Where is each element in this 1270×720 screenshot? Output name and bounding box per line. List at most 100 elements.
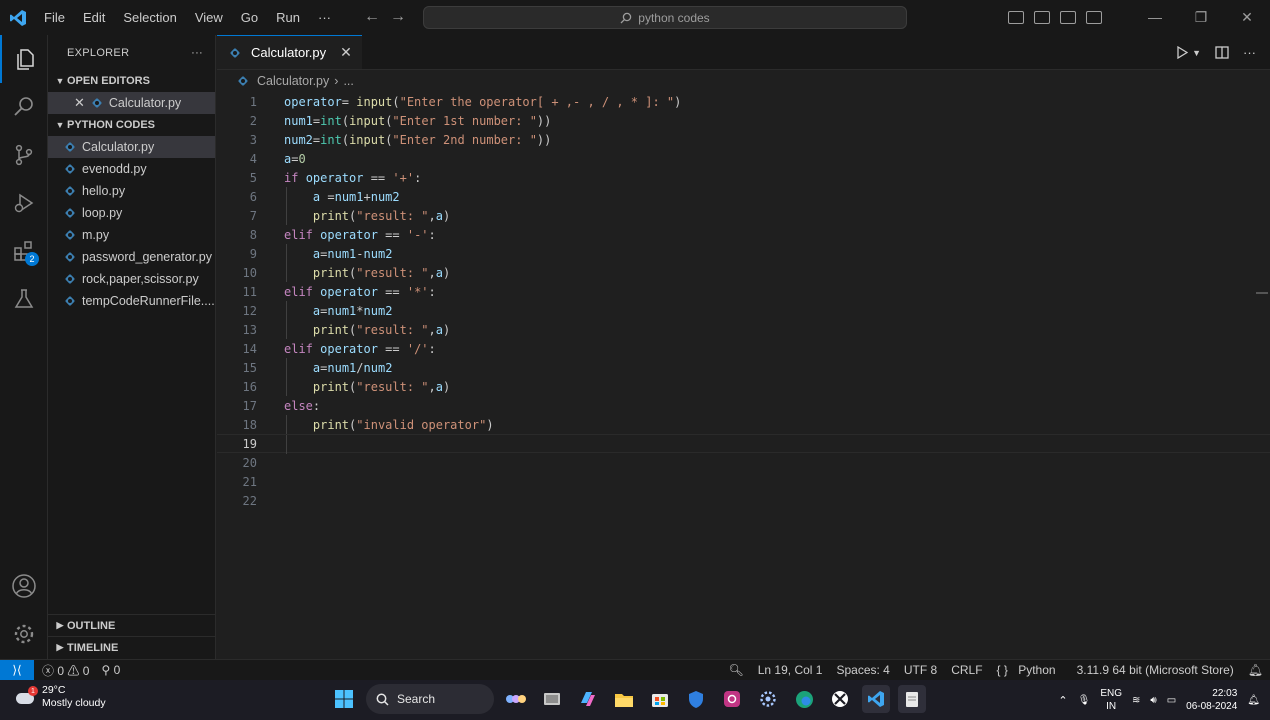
xbox-icon[interactable] — [826, 685, 854, 713]
run-python-file-icon[interactable] — [1176, 46, 1189, 59]
more-actions-icon[interactable]: ··· — [1243, 45, 1256, 60]
file-item-evenodd[interactable]: evenodd.py — [48, 158, 215, 180]
remote-indicator-icon[interactable]: ⟩⟨ — [0, 659, 34, 681]
edge-browser-icon[interactable] — [790, 685, 818, 713]
file-label: m.py — [82, 228, 110, 242]
ports-indicator[interactable]: ⚲ 0 — [101, 663, 120, 677]
file-item-password-generator[interactable]: password_generator.py — [48, 246, 215, 268]
instagram-icon[interactable] — [718, 685, 746, 713]
microsoft-store-icon[interactable] — [646, 685, 674, 713]
menu-edit[interactable]: Edit — [74, 10, 114, 25]
command-center[interactable]: python codes — [423, 6, 907, 29]
explorer-more-button[interactable]: ··· — [191, 47, 203, 59]
chevron-down-icon[interactable]: ▼ — [1192, 48, 1201, 58]
battery-icon[interactable]: ▭ — [1167, 695, 1176, 706]
folder-label: PYTHON CODES — [67, 119, 156, 131]
menu-view[interactable]: View — [186, 10, 232, 25]
language-indicator[interactable]: ENG IN — [1100, 687, 1122, 713]
encoding[interactable]: UTF 8 — [897, 663, 944, 677]
indentation[interactable]: Spaces: 4 — [829, 663, 896, 677]
split-editor-icon[interactable] — [1215, 46, 1229, 59]
vscode-taskbar-icon[interactable] — [862, 685, 890, 713]
file-item-calculator[interactable]: Calculator.py — [48, 136, 215, 158]
windows-start-icon[interactable] — [330, 685, 358, 713]
search-icon[interactable] — [0, 83, 48, 131]
close-window-button[interactable]: ✕ — [1224, 9, 1270, 26]
timeline-section[interactable]: ▶ TIMELINE — [48, 636, 216, 658]
microphone-icon[interactable]: 🎙︎ — [1078, 695, 1091, 706]
file-item-m[interactable]: m.py — [48, 224, 215, 246]
security-shield-icon[interactable] — [682, 685, 710, 713]
file-item-loop[interactable]: loop.py — [48, 202, 215, 224]
weather-temp: 29°C — [42, 684, 66, 696]
line-number: 12 — [242, 303, 257, 318]
language-top: ENG — [1100, 688, 1122, 699]
menu-go[interactable]: Go — [232, 10, 267, 25]
file-label: loop.py — [82, 206, 123, 220]
clock-date: 06-08-2024 — [1186, 701, 1238, 712]
menu-selection[interactable]: Selection — [114, 10, 185, 25]
explorer-icon[interactable] — [0, 35, 48, 83]
menu-more[interactable]: ··· — [309, 10, 340, 25]
source-control-icon[interactable] — [0, 131, 48, 179]
task-view-icon[interactable] — [538, 685, 566, 713]
breadcrumb-file[interactable]: Calculator.py — [257, 74, 329, 88]
end-of-line[interactable]: CRLF — [944, 663, 989, 677]
testing-icon[interactable] — [0, 275, 48, 323]
chevron-up-icon[interactable]: ⌃ — [1058, 694, 1067, 707]
maximize-button[interactable]: ❐ — [1178, 9, 1224, 26]
line-number: 21 — [242, 474, 257, 489]
clock[interactable]: 22:03 06-08-2024 — [1186, 687, 1237, 713]
wifi-icon[interactable]: ≋ — [1132, 695, 1140, 706]
language-mode[interactable]: { } Python — [990, 663, 1070, 677]
extensions-icon[interactable]: 2 — [0, 227, 48, 275]
python-codes-folder[interactable]: ▼ PYTHON CODES — [48, 114, 215, 136]
minimize-button[interactable]: — — [1132, 9, 1178, 26]
scrollbar-marker[interactable] — [1256, 292, 1268, 294]
code-editor[interactable]: 1 operator= input("Enter the operator[ + … — [217, 92, 1270, 510]
menu-run[interactable]: Run — [267, 10, 309, 25]
toggle-primary-sidebar-icon[interactable] — [1008, 11, 1024, 24]
python-interpreter[interactable]: 3.11.9 64 bit (Microsoft Store) — [1070, 663, 1241, 677]
notifications-bell-icon[interactable]: 🔔︎ — [1241, 663, 1270, 677]
vscode-window: File Edit Selection View Go Run ··· ← → … — [0, 0, 1270, 720]
breadcrumb-separator: › — [334, 74, 339, 88]
close-tab-icon[interactable]: ✕ — [340, 44, 352, 61]
open-editors-section[interactable]: ▼ OPEN EDITORS — [48, 70, 215, 92]
volume-icon[interactable]: 🔊︎ — [1150, 695, 1156, 706]
cursor-position[interactable]: Ln 19, Col 1 — [751, 663, 830, 677]
code-text: elif operator == '-': — [284, 227, 436, 242]
close-editor-icon[interactable]: ✕ — [74, 95, 85, 111]
code-line: 13 print("result: ",a) — [217, 320, 1270, 339]
accounts-icon[interactable] — [0, 562, 48, 610]
tab-calculator[interactable]: Calculator.py ✕ — [217, 35, 362, 69]
file-item-hello[interactable]: hello.py — [48, 180, 215, 202]
taskbar-search[interactable]: Search — [366, 684, 494, 714]
weather-widget[interactable]: 1 29°C Mostly cloudy — [14, 684, 106, 710]
line-number: 8 — [249, 227, 257, 242]
forward-arrow-icon[interactable]: → — [390, 8, 406, 26]
customize-layout-icon[interactable] — [1086, 11, 1102, 24]
menu-file[interactable]: File — [35, 10, 74, 25]
copilot-icon[interactable] — [574, 685, 602, 713]
open-editor-item[interactable]: ✕ Calculator.py — [48, 92, 215, 114]
toggle-secondary-sidebar-icon[interactable] — [1060, 11, 1076, 24]
notepad-icon[interactable] — [898, 685, 926, 713]
zoom-icon[interactable]: 🔍︎ — [722, 663, 751, 677]
breadcrumb-more[interactable]: ... — [343, 74, 353, 88]
file-explorer-icon[interactable] — [610, 685, 638, 713]
file-item-rock-paper-scissor[interactable]: rock,paper,scissor.py — [48, 268, 215, 290]
run-debug-icon[interactable] — [0, 179, 48, 227]
settings-gear-icon[interactable] — [0, 610, 48, 658]
ports-icon: ⚲ — [101, 663, 111, 677]
settings-icon[interactable] — [754, 685, 782, 713]
problems-indicator[interactable]: ⓧ 0 ⚠ 0 — [42, 662, 89, 679]
code-text: a=num1-num2 — [312, 246, 393, 261]
outline-section[interactable]: ▶ OUTLINE — [48, 614, 216, 636]
toggle-panel-icon[interactable] — [1034, 11, 1050, 24]
widgets-icon[interactable] — [502, 685, 530, 713]
file-item-tempcoderunner[interactable]: tempCodeRunnerFile.... — [48, 290, 215, 312]
code-text: operator= input("Enter the operator[ + ,… — [284, 94, 682, 109]
notification-icon[interactable]: 🔔︎ — [1247, 695, 1260, 706]
back-arrow-icon[interactable]: ← — [364, 8, 380, 26]
